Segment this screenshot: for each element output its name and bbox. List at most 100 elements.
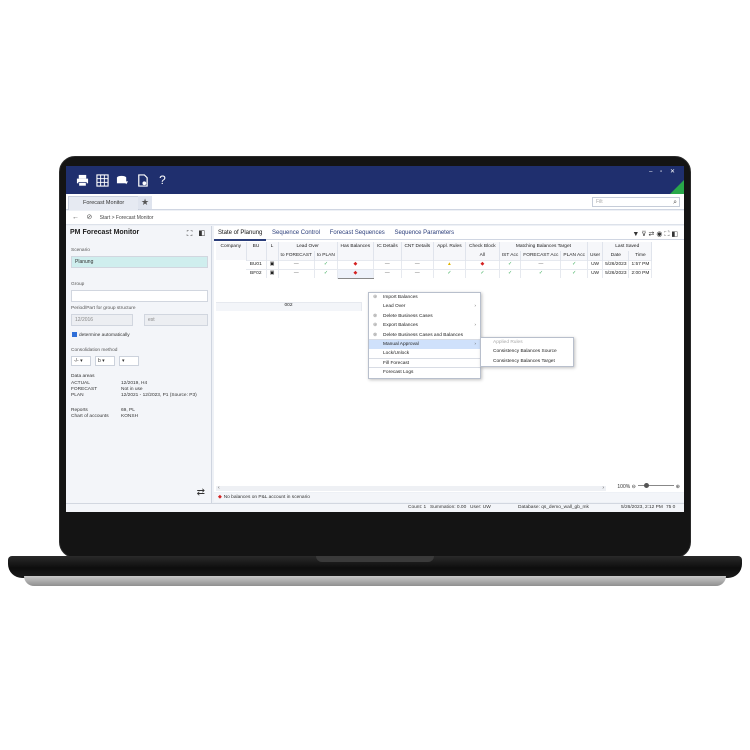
zoom-knob[interactable] (643, 483, 649, 488)
col-header[interactable]: Appl. Rules (433, 242, 466, 251)
col-header[interactable]: Matching Balances Target (499, 242, 589, 251)
print-icon[interactable] (76, 174, 89, 187)
check-icon[interactable]: ✓ (520, 268, 562, 278)
export-icon[interactable] (116, 174, 129, 187)
dash-icon[interactable]: — (401, 259, 434, 269)
search-input[interactable]: Filt ⌕ (592, 197, 680, 207)
document-icon[interactable] (136, 173, 149, 187)
lock-icon[interactable]: ▣ (266, 259, 279, 269)
cell-bu[interactable]: BU01 (246, 259, 267, 269)
cell-time[interactable]: 1:57 PM (628, 259, 653, 269)
check-icon[interactable]: ✓ (433, 268, 466, 278)
col-subheader[interactable]: FORECAST Acc (520, 251, 562, 260)
warning-icon[interactable]: ▲ (433, 259, 466, 269)
menu-item-delete-business-cases[interactable]: ⊗ Delete Business Cases (369, 312, 480, 321)
col-subheader[interactable]: Time (628, 251, 653, 260)
auto-determine-checkbox[interactable]: determine automatically (72, 332, 130, 338)
dash-icon[interactable]: — (401, 268, 434, 278)
group-field[interactable] (71, 290, 208, 302)
menu-item-forecast-logs[interactable]: Forecast Logs (369, 368, 480, 377)
table-icon[interactable] (96, 173, 109, 187)
table-row[interactable]: 002 BF02 ▣ — ✓ ◆ — — ✓ ✓ ✓ ✓ ✓ UW 5/26/2… (216, 268, 653, 311)
menu-item-manual-approval[interactable]: Manual Approval › (369, 339, 480, 350)
scenario-field[interactable]: Planung (71, 256, 208, 268)
menu-item-lock-unlock[interactable]: Lock/Unlock (369, 349, 480, 359)
check-icon[interactable]: ✓ (499, 259, 522, 269)
cell-company[interactable]: 002 (216, 302, 362, 311)
col-header[interactable]: L (266, 242, 279, 251)
dash-icon[interactable]: — (373, 268, 402, 278)
check-icon[interactable]: ✓ (560, 268, 588, 278)
col-header[interactable]: Has Balances (337, 242, 374, 251)
help-icon[interactable]: ? (156, 173, 169, 187)
cell-date[interactable]: 5/26/2023 (602, 259, 630, 269)
col-header[interactable]: Last Saved (602, 242, 653, 251)
col-subheader[interactable]: All (465, 251, 500, 260)
col-subheader[interactable]: IST Acc (499, 251, 522, 260)
col-subheader[interactable]: User (587, 251, 604, 260)
panel-controls[interactable]: ⛶ ◧ (187, 229, 207, 239)
submenu-item-consistency-source[interactable]: Consistency Balances Source (481, 347, 573, 356)
window-controls[interactable]: – ▫ ✕ (649, 168, 678, 175)
zoom-slider[interactable] (637, 483, 674, 488)
stop-icon[interactable]: ⊘ (86, 211, 92, 225)
dash-icon[interactable]: — (520, 259, 562, 269)
check-icon[interactable]: ✓ (314, 259, 338, 269)
favorite-star-icon[interactable]: ★ (138, 196, 152, 209)
consolidation-dropdown-2[interactable]: b ▾ (95, 356, 115, 366)
tab-sequence-parameters[interactable]: Sequence Parameters (390, 226, 458, 240)
col-header[interactable]: Company (216, 242, 247, 251)
search-icon[interactable]: ⌕ (673, 198, 677, 207)
menu-item-delete-cases-and-balances[interactable]: ⊗ Delete Business Cases and Balances (369, 331, 480, 340)
cell-user[interactable]: UW (587, 268, 604, 278)
tab-sequence-control[interactable]: Sequence Control (268, 226, 324, 240)
zoom-in-icon[interactable]: ⊕ (676, 484, 680, 490)
scroll-right-icon[interactable]: › (602, 485, 604, 491)
col-subheader[interactable]: to PLAN (314, 251, 338, 260)
cell-user[interactable]: UW (587, 259, 604, 269)
dash-icon[interactable]: — (373, 259, 402, 269)
menu-item-import-balances[interactable]: ⊕ Import Balances (369, 293, 480, 302)
back-arrow-icon[interactable]: ← (72, 211, 79, 225)
check-icon[interactable]: ✓ (499, 268, 522, 278)
col-header[interactable]: Lead Over (278, 242, 338, 251)
refresh-icon[interactable]: ⇄ (197, 487, 205, 498)
breadcrumb-path[interactable]: Start > Forecast Monitor (100, 215, 154, 221)
lock-icon[interactable]: ▣ (266, 268, 279, 278)
col-subheader[interactable]: to FORECAST (278, 251, 315, 260)
cell-time[interactable]: 2:00 PM (628, 268, 653, 278)
period-field[interactable]: 12/2016 (71, 314, 133, 326)
period-second-field[interactable]: est (144, 314, 208, 326)
scroll-left-icon[interactable]: ‹ (218, 485, 220, 491)
col-subheader[interactable]: Date (602, 251, 630, 260)
consolidation-dropdown-3[interactable]: ▾ (119, 356, 139, 366)
error-diamond-icon[interactable]: ◆ (336, 268, 374, 279)
menu-item-fill-forecast[interactable]: Fill Forecast (369, 359, 480, 369)
menu-item-export-balances[interactable]: ⊕ Export Balances › (369, 321, 480, 330)
check-icon[interactable]: ✓ (314, 268, 338, 278)
consolidation-dropdown-1[interactable]: -/- ▾ (71, 356, 91, 366)
col-subheader[interactable]: PLAN Acc (560, 251, 588, 260)
zoom-out-icon[interactable]: ⊖ (632, 484, 636, 490)
tab-forecast-sequences[interactable]: Forecast Sequences (326, 226, 389, 240)
layout-icon[interactable]: ◧ (671, 231, 680, 238)
col-header[interactable]: IC Details (373, 242, 402, 251)
error-diamond-icon[interactable]: ◆ (465, 259, 500, 269)
tab-forecast-monitor[interactable]: Forecast Monitor (68, 196, 140, 210)
cell-bu[interactable]: BF02 (246, 268, 267, 278)
col-header[interactable]: Check Block (465, 242, 500, 251)
tab-state-of-planung[interactable]: State of Planung (214, 227, 267, 241)
col-header[interactable]: BU (246, 242, 267, 251)
dash-icon[interactable]: — (278, 268, 315, 278)
col-header[interactable]: CNT Details (401, 242, 434, 251)
check-icon[interactable]: ✓ (560, 259, 588, 269)
menu-item-lead-over[interactable]: Lead Over › (369, 302, 480, 311)
error-diamond-icon[interactable]: ◆ (337, 259, 374, 269)
check-icon[interactable]: ✓ (465, 268, 500, 278)
horizontal-scrollbar[interactable]: ‹ › (216, 485, 606, 491)
dash-icon[interactable]: — (278, 259, 315, 269)
cell-date[interactable]: 5/26/2023 (602, 268, 630, 278)
table-row[interactable]: 001 BU01 ▣ — ✓ ◆ — — ▲ ◆ ✓ — ✓ UW 5/26/2… (216, 259, 653, 311)
checkbox-checked-icon[interactable] (72, 332, 77, 337)
submenu-item-consistency-target[interactable]: Consistency Balances Target (481, 357, 573, 366)
